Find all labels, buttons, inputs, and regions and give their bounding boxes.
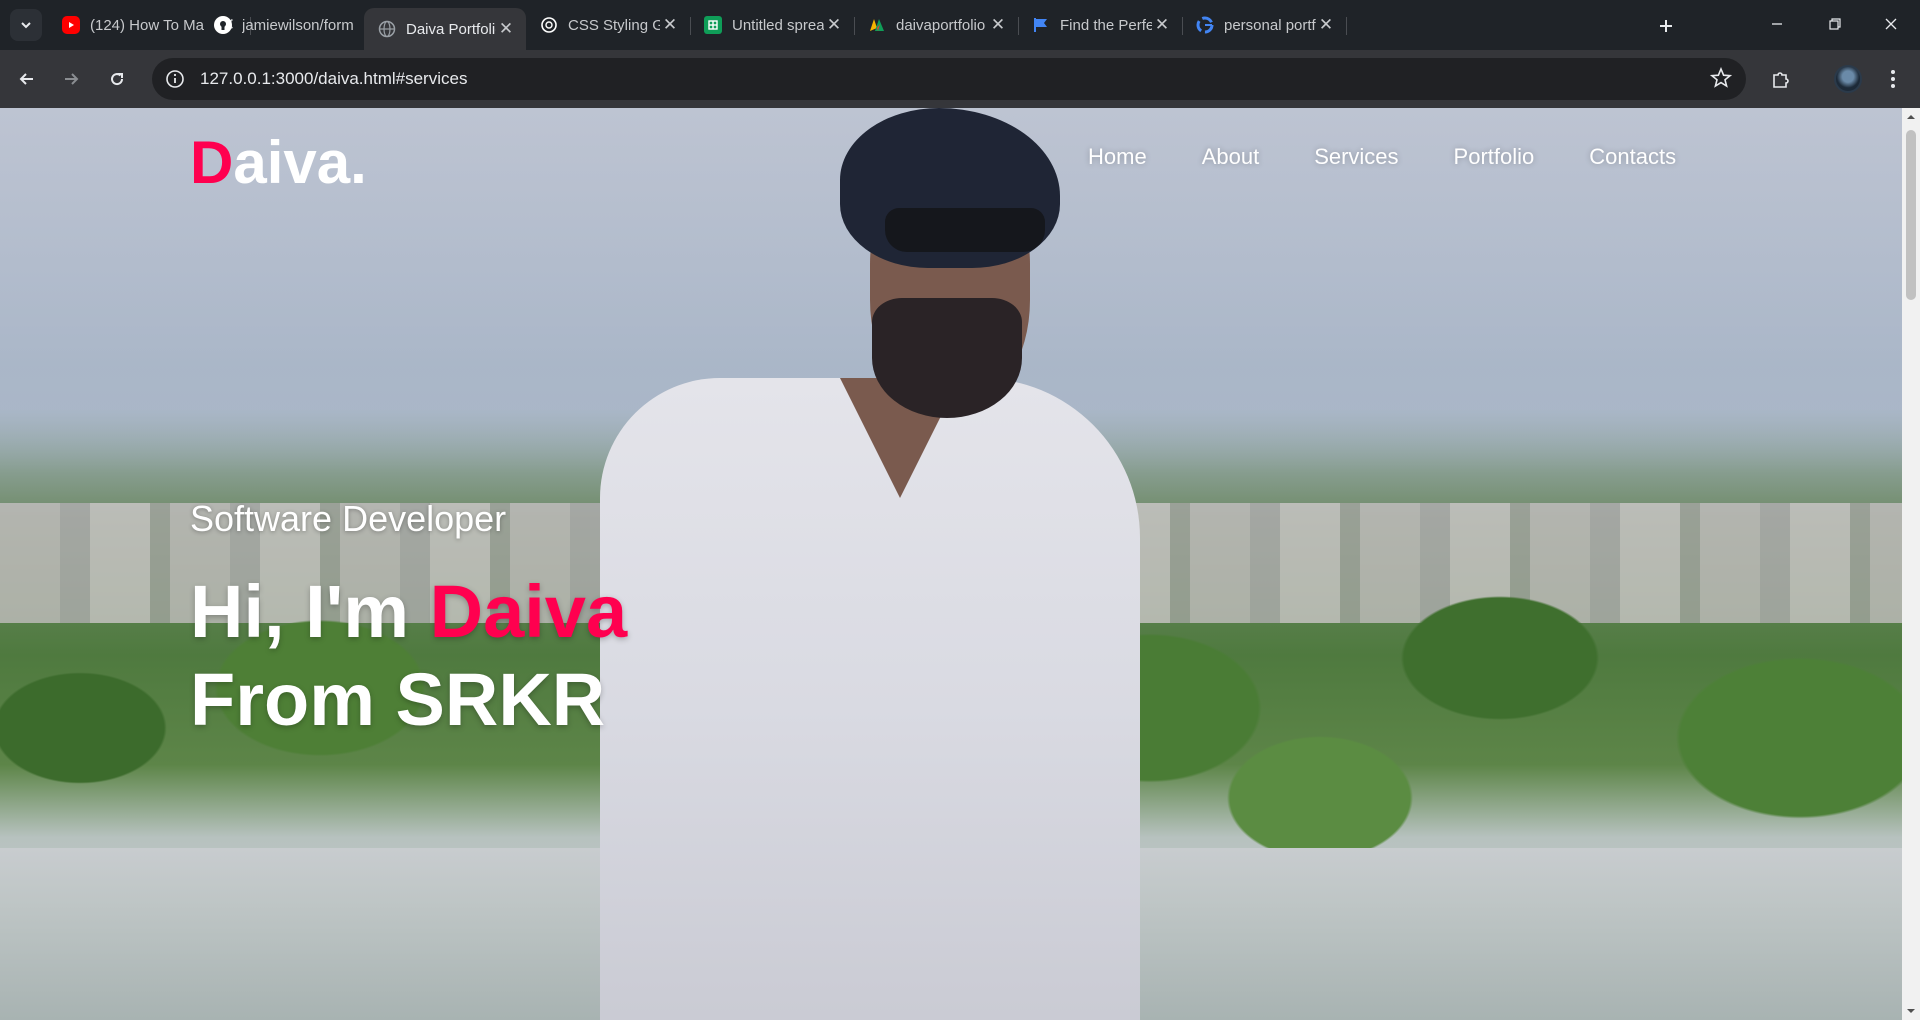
address-bar[interactable]: 127.0.0.1:3000/daiva.html#services [152,58,1746,100]
plus-icon [1660,20,1672,32]
hero-portrait [600,108,1140,1020]
site-navbar: Daiva. Home About Services Portfolio Con… [0,108,1902,208]
minimize-icon [1772,23,1782,25]
tab-separator [1346,17,1347,35]
tab-title: personal portfoli [1224,16,1316,34]
reload-button[interactable] [102,64,132,94]
page-viewport: Daiva. Home About Services Portfolio Con… [0,108,1902,1020]
reload-icon [111,73,124,86]
extensions-button[interactable] [1766,64,1796,94]
logo-text: aiva. [233,129,367,196]
close-icon[interactable]: ✕ [496,19,516,39]
back-button[interactable] [12,64,42,94]
page-scrollbar[interactable] [1902,108,1920,1020]
vercel-icon [868,16,886,34]
globe-icon [378,20,396,38]
nav-link-contacts[interactable]: Contacts [1589,144,1676,170]
new-tab-button[interactable] [1652,12,1680,40]
site-logo[interactable]: Daiva. [190,128,367,197]
nav-link-services[interactable]: Services [1314,144,1398,170]
scroll-up-icon[interactable] [1906,112,1916,122]
logo-accent-letter: D [190,129,234,196]
arrow-right-icon [65,73,79,85]
nav-link-home[interactable]: Home [1088,144,1147,170]
close-icon[interactable]: ✕ [660,15,680,35]
portrait-beard [872,298,1022,418]
minimize-button[interactable] [1748,0,1806,48]
tab-personal-portfolio[interactable]: personal portfoli ✕ [1182,8,1346,42]
profile-avatar[interactable] [1834,65,1862,93]
google-icon [1196,16,1214,34]
hero-name: Daiva [429,570,628,653]
tab-daivaportfolio-deploy[interactable]: daivaportfolio - ✕ [854,8,1018,42]
openai-icon [540,16,558,34]
close-icon[interactable]: ✕ [1316,15,1336,35]
close-icon [1885,18,1897,30]
portrait-sunglasses [885,208,1045,252]
site-info-icon[interactable] [162,66,188,92]
chrome-menu-button[interactable] [1878,64,1908,94]
close-icon[interactable]: ✕ [824,15,844,35]
hero-tagline: From SRKR [190,658,606,741]
restore-icon [1829,18,1841,30]
nav-link-portfolio[interactable]: Portfolio [1454,144,1535,170]
hero-title: Hi, I'm Daiva From SRKR [190,568,627,744]
tab-title: daivaportfolio - [896,16,988,34]
forward-button[interactable] [56,64,86,94]
close-window-button[interactable] [1862,0,1920,48]
tab-css-styling[interactable]: CSS Styling Guid ✕ [526,8,690,42]
browser-tabstrip: (124) How To Ma ✕ jamiewilson/form ✕ Dai… [0,0,1920,50]
tab-search-button[interactable] [10,9,42,41]
tab-title: CSS Styling Guid [568,16,660,34]
tab-daiva-portfolio[interactable]: Daiva Portfolio ✕ [364,8,526,50]
github-icon [214,16,232,34]
tab-title: Daiva Portfolio [406,20,496,38]
tab-title: Find the Perfect [1060,16,1152,34]
nav-link-about[interactable]: About [1202,144,1260,170]
tab-title: Untitled spreads [732,16,824,34]
chevron-down-icon [21,22,31,29]
close-icon[interactable]: ✕ [988,15,1008,35]
browser-toolbar: 127.0.0.1:3000/daiva.html#services [0,50,1920,108]
tab-title: jamiewilson/form [242,16,354,34]
hero-subtitle: Software Developer [190,498,507,539]
puzzle-icon [1773,72,1789,88]
bookmark-star-icon[interactable] [1709,66,1733,94]
tab-title: (124) How To Ma [90,16,204,34]
restore-button[interactable] [1806,0,1864,48]
arrow-left-icon [19,73,33,85]
scrollbar-thumb[interactable] [1906,130,1916,300]
sheets-icon [704,16,722,34]
tab-spreadsheet[interactable]: Untitled spreads ✕ [690,8,854,42]
scroll-down-icon[interactable] [1906,1006,1916,1016]
tab-find-perfect[interactable]: Find the Perfect ✕ [1018,8,1182,42]
url-text[interactable]: 127.0.0.1:3000/daiva.html#services [200,69,467,89]
more-vert-icon [1891,70,1895,88]
close-icon[interactable]: ✕ [1152,15,1172,35]
flag-icon [1032,16,1050,34]
youtube-icon [62,16,80,34]
nav-links: Home About Services Portfolio Contacts [1088,144,1731,170]
portrait-shirt [600,378,1140,1020]
hero-greeting: Hi, I'm [190,570,430,653]
